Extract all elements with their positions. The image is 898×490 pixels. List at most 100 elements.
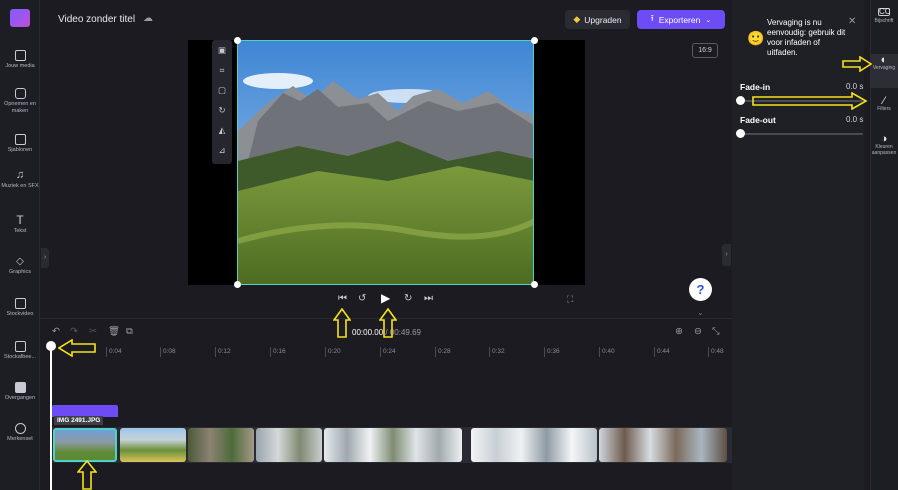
nav-graphics[interactable]: ◇ Graphics xyxy=(0,256,40,276)
chevron-down-icon[interactable]: ⌄ xyxy=(697,308,704,317)
time-tick: 0:44 xyxy=(654,347,670,357)
time-tick: 0:28 xyxy=(435,347,451,357)
fade-out-slider-handle[interactable] xyxy=(736,129,745,138)
chevron-down-icon: ⌄ xyxy=(705,16,712,24)
resize-handle[interactable] xyxy=(234,37,241,44)
stock-image-icon xyxy=(14,341,26,352)
clipchamp-editor: Jouw media Opnemen en maken Sjablonen ♫ … xyxy=(0,0,898,490)
export-label: Exporteren xyxy=(658,14,701,25)
zoom-out-icon[interactable]: ⊖ xyxy=(694,326,702,337)
clip-thumbnail[interactable] xyxy=(471,428,597,462)
rail-fade[interactable]: ◐ Vervaging xyxy=(870,55,898,72)
tip-emoji-icon: 🙂 xyxy=(747,30,765,46)
upload-icon: ⭱ xyxy=(650,12,654,23)
help-button[interactable]: ? xyxy=(689,278,712,301)
playhead[interactable] xyxy=(50,344,52,490)
project-title[interactable]: Video zonder titel xyxy=(58,14,135,25)
resize-handle[interactable] xyxy=(531,37,538,44)
clip-thumbnail[interactable] xyxy=(188,428,254,462)
nav-stock-video[interactable]: Stockvideo xyxy=(0,298,40,318)
annotation-arrow-right xyxy=(842,56,872,72)
annotation-arrow-right xyxy=(752,92,868,110)
fade-in-value: 0.0 s xyxy=(846,82,864,91)
nav-text[interactable]: T Tekst xyxy=(0,214,40,235)
nav-record-create[interactable]: Opnemen en maken xyxy=(0,88,40,114)
nav-your-media[interactable]: Jouw media xyxy=(0,50,40,70)
nav-brand-kit[interactable]: Merkenset xyxy=(0,423,40,443)
undo-icon[interactable]: ↶ xyxy=(52,326,60,337)
nav-music-sfx[interactable]: ♫ Muziek en SFX xyxy=(0,170,40,190)
rail-captions[interactable]: CC Bijschrift xyxy=(870,8,898,25)
rail-filters[interactable]: ⁄ Filters xyxy=(870,95,898,113)
time-tick: 0:40 xyxy=(599,347,615,357)
camera-icon xyxy=(14,88,26,99)
nav-stock-images[interactable]: Stockafbee... xyxy=(0,341,40,361)
duplicate-icon[interactable]: ⧉ xyxy=(126,326,133,337)
align-icon[interactable]: ⊿ xyxy=(212,140,232,160)
clip-thumbnail[interactable] xyxy=(120,428,186,462)
pip-icon[interactable]: ▢ xyxy=(212,80,232,100)
playhead-handle[interactable] xyxy=(46,341,56,351)
diamond-icon: ◆ xyxy=(573,14,581,24)
music-icon: ♫ xyxy=(15,169,25,181)
annotation-arrow-up xyxy=(77,460,97,490)
close-icon[interactable]: ✕ xyxy=(848,16,856,27)
redo-icon[interactable]: ↷ xyxy=(70,326,78,337)
collapse-left-panel-button[interactable]: › xyxy=(41,248,49,268)
nav-transitions[interactable]: Overgangen xyxy=(0,382,40,402)
stock-video-icon xyxy=(14,298,26,309)
app-logo xyxy=(10,9,30,27)
time-tick: 0:20 xyxy=(325,347,341,357)
time-tick: 0:36 xyxy=(544,347,560,357)
zoom-in-icon[interactable]: ⊕ xyxy=(675,326,683,337)
rotate-icon[interactable]: ↻ xyxy=(212,100,232,120)
upgrade-button[interactable]: ◆ Upgraden xyxy=(565,10,630,29)
fullscreen-icon[interactable]: ⛶ xyxy=(567,294,573,305)
left-nav-rail xyxy=(0,0,40,490)
play-button[interactable]: ▶ xyxy=(381,291,390,305)
clip-thumbnail[interactable] xyxy=(324,428,462,462)
nav-label: Stockvideo xyxy=(6,311,34,317)
clip-thumbnail[interactable] xyxy=(256,428,322,462)
fade-tip-text: Vervaging is nu eenvoudig: gebruik dit v… xyxy=(767,18,846,57)
cloud-off-icon: ☁ xyxy=(143,13,153,24)
preview-toolbar: ▣ ⌗ ▢ ↻ ◭ ⊿ xyxy=(212,40,232,164)
cut-icon[interactable]: ✂ xyxy=(89,326,97,337)
fade-in-slider-handle[interactable] xyxy=(736,96,745,105)
fit-timeline-icon[interactable]: ⤡ xyxy=(712,326,720,337)
preview-image[interactable] xyxy=(237,40,534,285)
filters-icon: ⁄ xyxy=(883,95,885,107)
flip-icon[interactable]: ◭ xyxy=(212,120,232,140)
skip-forward-icon[interactable]: ⏭ xyxy=(424,293,433,304)
nav-templates[interactable]: Sjablonen xyxy=(0,134,40,154)
rewind-5s-icon[interactable]: ↺ xyxy=(358,293,366,304)
nav-label: Jouw media xyxy=(5,63,35,69)
transitions-icon xyxy=(14,382,26,393)
rail-label: Bijschrift xyxy=(874,18,894,24)
fade-out-slider-track[interactable] xyxy=(740,133,863,135)
delete-icon[interactable]: 🗑 xyxy=(108,326,120,337)
time-tick: 0:48 xyxy=(708,347,724,357)
nav-label: Overgangen xyxy=(4,395,36,401)
resize-handle[interactable] xyxy=(234,281,241,288)
rail-adjust-colors[interactable]: ◑ Kleuren aanpassen xyxy=(870,134,898,157)
collapse-right-panel-button[interactable]: › xyxy=(722,244,731,266)
nav-label: Stockafbee... xyxy=(3,354,37,360)
time-tick: 0:16 xyxy=(270,347,286,357)
fade-out-value: 0.0 s xyxy=(846,115,864,124)
resize-handle[interactable] xyxy=(531,281,538,288)
nav-label: Muziek en SFX xyxy=(1,183,39,189)
rail-label: Kleuren aanpassen xyxy=(871,144,897,156)
clip-thumbnail[interactable] xyxy=(599,428,727,462)
fade-in-label: Fade-in xyxy=(740,82,771,92)
time-tick: 0:24 xyxy=(380,347,396,357)
nav-label: Graphics xyxy=(8,269,31,275)
skip-back-icon[interactable]: ⏮ xyxy=(338,293,347,304)
export-button[interactable]: ⭱ Exporteren ⌄ xyxy=(637,10,725,29)
crop-icon[interactable]: ⌗ xyxy=(212,60,232,80)
aspect-ratio-button[interactable]: 16:9 xyxy=(692,43,718,58)
fit-icon[interactable]: ▣ xyxy=(212,40,232,60)
clip-selected[interactable] xyxy=(53,428,117,462)
forward-5s-icon[interactable]: ↻ xyxy=(404,293,412,304)
brand-kit-icon xyxy=(14,423,26,434)
